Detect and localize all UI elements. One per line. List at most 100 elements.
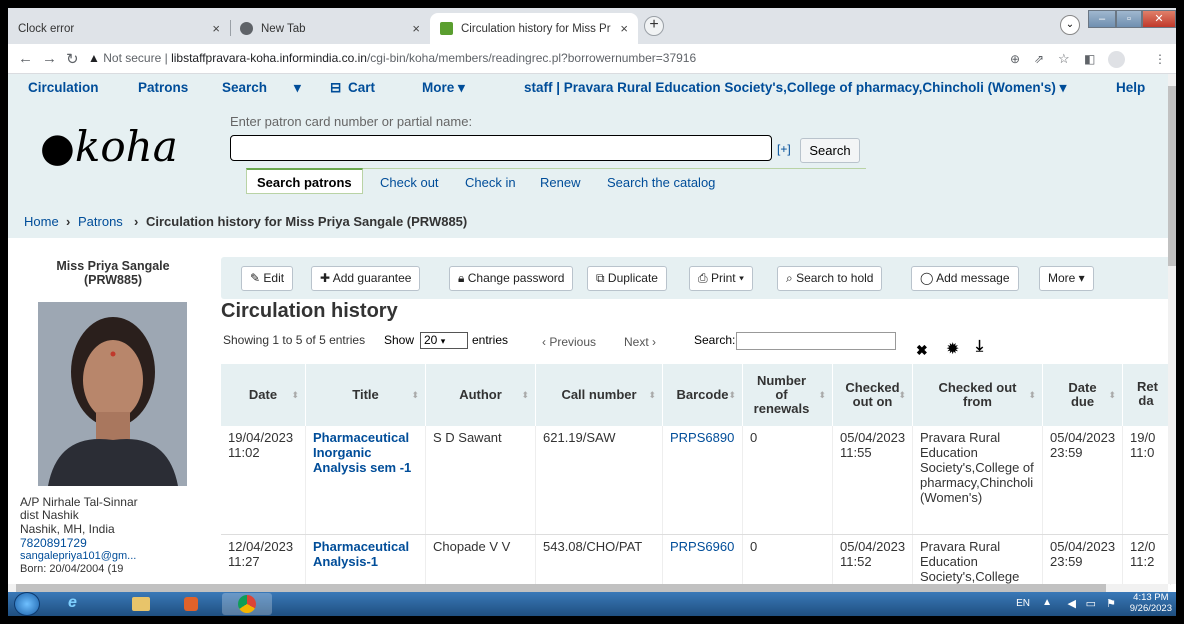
tab-new-tab[interactable]: New Tab × bbox=[230, 13, 430, 44]
zoom-icon[interactable]: ⊕ bbox=[1010, 52, 1020, 66]
minimize-button[interactable]: – bbox=[1088, 10, 1116, 28]
file-explorer-icon[interactable] bbox=[120, 593, 160, 615]
col-header-date-due[interactable]: Date due ⬍ bbox=[1043, 364, 1123, 426]
col-header-barcode[interactable]: Barcode ⬍ bbox=[663, 364, 743, 426]
col-header-checked-out-on[interactable]: Checked out on ⬍ bbox=[833, 364, 913, 426]
print-button[interactable]: ⎙ Print ▾ bbox=[689, 266, 754, 291]
clear-filter-icon[interactable]: ✖ bbox=[916, 342, 928, 359]
chevron-right-icon: › bbox=[134, 214, 139, 229]
tray-chevron-icon[interactable]: ▲ bbox=[1042, 597, 1052, 608]
col-header-return-date[interactable]: Ret da bbox=[1123, 364, 1171, 426]
internet-explorer-icon[interactable]: e bbox=[56, 593, 96, 615]
back-icon[interactable]: ← bbox=[18, 50, 33, 67]
chrome-taskbar-icon[interactable] bbox=[222, 593, 272, 615]
col-header-call-number[interactable]: Call number ⬍ bbox=[536, 364, 663, 426]
nav-circulation[interactable]: Circulation bbox=[28, 80, 99, 95]
security-label: Not secure bbox=[103, 51, 162, 65]
side-panel-icon[interactable]: ◧ bbox=[1084, 52, 1095, 66]
close-icon[interactable]: × bbox=[212, 21, 220, 36]
tab-search-catalog[interactable]: Search the catalog bbox=[607, 175, 715, 190]
table-cell-title-link[interactable]: Pharmaceutical Analysis-1 bbox=[306, 535, 426, 585]
tab-check-out[interactable]: Check out bbox=[380, 175, 439, 190]
entries-label: entries bbox=[472, 333, 509, 347]
gear-icon[interactable]: ✹ bbox=[946, 339, 959, 359]
search-to-hold-button[interactable]: ⌕ Search to hold bbox=[777, 266, 883, 291]
start-button-icon[interactable] bbox=[14, 592, 40, 616]
breadcrumb-patrons[interactable]: Patrons bbox=[78, 214, 123, 229]
new-tab-button[interactable]: + bbox=[644, 16, 664, 36]
add-guarantee-button[interactable]: ✚ Add guarantee bbox=[311, 266, 421, 291]
table-cell-date-due: 05/04/2023 23:59 bbox=[1043, 535, 1123, 585]
table-cell-barcode-link[interactable]: PRPS6890 bbox=[663, 426, 743, 534]
patron-email[interactable]: sangalepriya101@gm... bbox=[20, 550, 136, 562]
search-button[interactable]: Search bbox=[800, 138, 860, 163]
nav-user[interactable]: staff | Pravara Rural Education Society'… bbox=[524, 80, 1066, 96]
profile-icon[interactable] bbox=[1108, 51, 1125, 68]
table-cell-barcode-link[interactable]: PRPS6960 bbox=[663, 535, 743, 585]
koha-logo[interactable]: ●koha bbox=[40, 122, 178, 171]
breadcrumb-home[interactable]: Home bbox=[24, 214, 59, 229]
nav-more[interactable]: More ▾ bbox=[422, 80, 465, 96]
table-cell-renewals: 0 bbox=[743, 535, 833, 585]
download-icon[interactable]: ⤓ bbox=[976, 338, 983, 356]
nav-help[interactable]: Help bbox=[1116, 80, 1145, 95]
media-player-icon[interactable] bbox=[172, 593, 212, 615]
maximize-button[interactable]: ▫ bbox=[1116, 10, 1142, 28]
show-label: Show bbox=[384, 333, 415, 347]
language-indicator[interactable]: EN bbox=[1016, 598, 1030, 609]
search-options-toggle[interactable]: [+] bbox=[777, 142, 791, 156]
horizontal-scrollbar-thumb[interactable] bbox=[16, 584, 1106, 592]
reload-icon[interactable]: ↻ bbox=[66, 50, 79, 68]
chevron-down-icon[interactable]: ▾ bbox=[294, 80, 301, 96]
tab-check-in[interactable]: Check in bbox=[465, 175, 516, 190]
table-cell-call-number: 543.08/CHO/PAT bbox=[536, 535, 663, 585]
tray-clock[interactable]: 4:13 PM 9/26/2023 bbox=[1130, 592, 1172, 614]
nav-patrons[interactable]: Patrons bbox=[138, 80, 188, 95]
url-field[interactable]: ▲ Not secure | libstaffpravara-koha.info… bbox=[88, 51, 696, 65]
table-search-input[interactable] bbox=[736, 332, 896, 350]
tab-search-patrons[interactable]: Search patrons bbox=[246, 168, 363, 194]
tab-clock-error[interactable]: Clock error × bbox=[8, 13, 230, 44]
col-header-author[interactable]: Author ⬍ bbox=[426, 364, 536, 426]
add-message-button[interactable]: ◯ Add message bbox=[911, 266, 1019, 291]
patron-search-input[interactable] bbox=[230, 135, 772, 161]
koha-favicon-icon bbox=[440, 22, 453, 35]
col-header-renewals[interactable]: Number of renewals ⬍ bbox=[743, 364, 833, 426]
table-cell-date: 12/04/2023 11:27 bbox=[221, 535, 306, 585]
tab-search-icon[interactable]: ⌄ bbox=[1060, 15, 1080, 35]
col-header-checked-out-from[interactable]: Checked out from ⬍ bbox=[913, 364, 1043, 426]
close-icon[interactable]: × bbox=[412, 21, 420, 36]
tab-circulation-history[interactable]: Circulation history for Miss Priya × bbox=[430, 13, 638, 44]
table-cell-title-link[interactable]: Pharmaceutical Inorganic Analysis sem -1 bbox=[306, 426, 426, 534]
edit-button[interactable]: ✎ Edit bbox=[241, 266, 294, 291]
duplicate-button[interactable]: ⧉ Duplicate bbox=[587, 266, 667, 291]
nav-cart[interactable]: Cart bbox=[348, 80, 375, 95]
close-icon[interactable]: × bbox=[620, 21, 628, 36]
change-password-button[interactable]: 🔒︎ Change password bbox=[449, 266, 574, 291]
patron-phone[interactable]: 7820891729 bbox=[20, 536, 87, 550]
nav-search[interactable]: Search bbox=[222, 80, 267, 95]
col-header-title[interactable]: Title ⬍ bbox=[306, 364, 426, 426]
next-button[interactable]: Next › bbox=[624, 335, 656, 349]
page-size-select[interactable]: 20 ▾ bbox=[420, 332, 468, 349]
menu-icon[interactable]: ⋮ bbox=[1154, 52, 1166, 66]
table-controls: Showing 1 to 5 of 5 entries bbox=[223, 333, 365, 347]
volume-icon[interactable]: ◀ bbox=[1068, 597, 1076, 610]
close-window-button[interactable]: ✕ bbox=[1142, 10, 1176, 28]
previous-button[interactable]: ‹ Previous bbox=[542, 335, 596, 349]
patron-toolbar: ✎ Edit ✚ Add guarantee 🔒︎ Change passwor… bbox=[221, 257, 1171, 299]
tab-label: Clock error bbox=[18, 22, 75, 35]
network-icon[interactable]: ▭ bbox=[1086, 597, 1096, 610]
col-header-date[interactable]: Date ⬍ bbox=[221, 364, 306, 426]
share-icon[interactable]: ⇗ bbox=[1034, 52, 1044, 66]
vertical-scrollbar-thumb[interactable] bbox=[1168, 86, 1176, 266]
bookmark-star-icon[interactable]: ☆ bbox=[1058, 51, 1070, 67]
table-search-label: Search: bbox=[694, 333, 736, 347]
flag-icon[interactable]: ⚑ bbox=[1106, 597, 1116, 610]
warning-icon: ▲ bbox=[88, 51, 100, 65]
more-button[interactable]: More ▾ bbox=[1039, 266, 1094, 291]
tab-renew[interactable]: Renew bbox=[540, 175, 580, 190]
forward-icon[interactable]: → bbox=[42, 50, 57, 67]
search-tabs: Search patrons Check out Check in Renew … bbox=[246, 168, 866, 196]
chevron-right-icon: › bbox=[66, 214, 71, 229]
